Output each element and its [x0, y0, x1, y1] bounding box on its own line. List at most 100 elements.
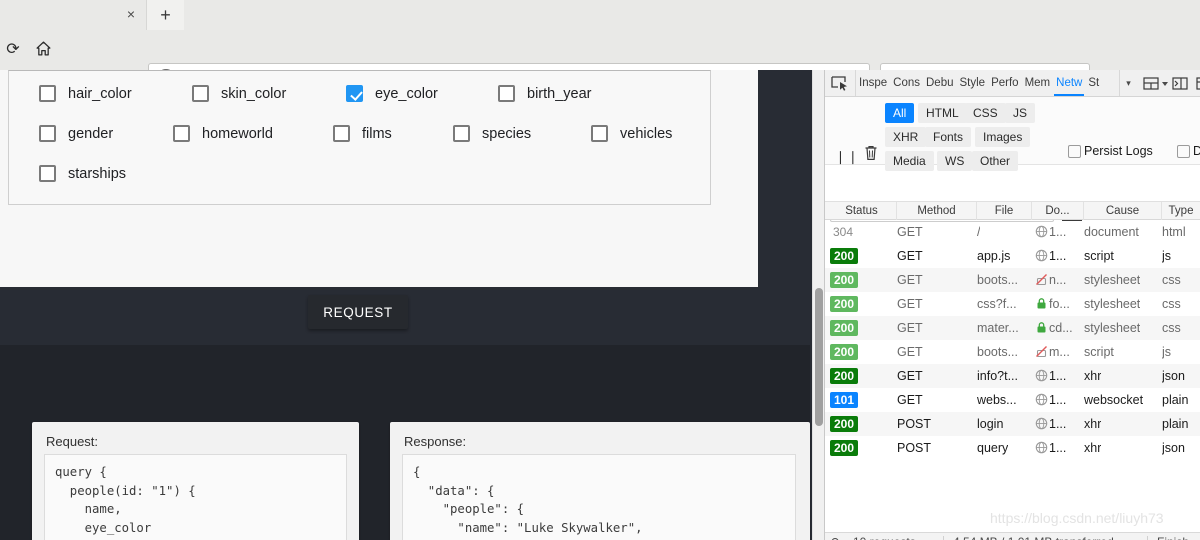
checkbox-label: species: [482, 125, 532, 142]
checkbox-empty-icon[interactable]: [453, 125, 470, 142]
column-header-cause[interactable]: Cause: [1084, 202, 1162, 220]
domain-cell: 1...: [1049, 249, 1067, 263]
method-cell: GET: [897, 393, 923, 407]
checkbox-empty-icon[interactable]: [39, 85, 56, 102]
filter-images[interactable]: Images: [975, 127, 1031, 147]
checkbox-row: gender homeworld films species vehicles: [9, 119, 712, 159]
devtools-tab-cons[interactable]: Cons: [891, 70, 922, 96]
pause-recording-icon[interactable]: ❘❘: [835, 149, 860, 165]
clear-requests-icon[interactable]: [863, 144, 879, 162]
filter-ws[interactable]: WS: [937, 151, 973, 171]
column-header-file[interactable]: File: [977, 202, 1032, 220]
filter-other[interactable]: Other: [972, 151, 1019, 171]
devtools-tab-mem[interactable]: Mem: [1023, 70, 1053, 96]
checkbox-empty-icon[interactable]: [39, 165, 56, 182]
column-header-status[interactable]: Status: [827, 202, 897, 220]
status-request-count: 10 requests: [853, 535, 916, 540]
request-button[interactable]: REQUEST: [308, 295, 408, 329]
network-request-row[interactable]: 101 GET webs... websocket plain 1...: [825, 388, 1200, 412]
checkbox-empty-icon[interactable]: [39, 125, 56, 142]
network-request-row[interactable]: 200 GET boots... script js m...: [825, 340, 1200, 364]
browser-tab[interactable]: [0, 0, 140, 30]
element-picker-icon[interactable]: [829, 74, 851, 93]
watermark-text: https://blog.csdn.net/liuyh73: [990, 510, 1164, 526]
filter-all[interactable]: All: [885, 103, 915, 123]
filter-css[interactable]: CSS: [965, 103, 1006, 123]
filter-fonts[interactable]: Fonts: [925, 127, 972, 147]
file-cell: webs...: [977, 393, 1017, 407]
devtools-panel: Inspe Cons Debu Style Perfo Mem Netw St ▾: [824, 70, 1200, 540]
devtools-tab-list: Inspe Cons Debu Style Perfo Mem Netw St: [855, 70, 1117, 96]
network-request-row[interactable]: 200 GET info?t... xhr json 1...: [825, 364, 1200, 388]
checkbox-birth_year[interactable]: birth_year: [498, 85, 591, 102]
filter-media[interactable]: Media: [885, 151, 934, 171]
file-cell: login: [977, 417, 1004, 431]
checkbox-starships[interactable]: starships: [39, 165, 126, 182]
page-scrollbar-thumb[interactable]: [815, 288, 823, 426]
network-request-row[interactable]: 200 GET css?f... stylesheet css fo...: [825, 292, 1200, 316]
column-header-type[interactable]: Type: [1162, 202, 1200, 220]
checkbox-empty-icon[interactable]: [333, 125, 350, 142]
devtools-tab-netw[interactable]: Netw: [1054, 70, 1084, 96]
globe-icon: [1035, 225, 1048, 238]
checkbox-checked-icon[interactable]: [346, 85, 363, 102]
status-badge: 200: [830, 416, 859, 432]
status-badge: 304: [833, 225, 854, 239]
devtools-tab-style[interactable]: Style: [958, 70, 988, 96]
chevron-down-icon[interactable]: ▾: [1119, 70, 1137, 96]
network-table-header: Status Method File Do... Cause Type: [825, 201, 1200, 220]
file-cell: query: [977, 441, 1009, 455]
checkbox-empty-icon[interactable]: [591, 125, 608, 142]
checkbox-empty-icon[interactable]: [173, 125, 190, 142]
results-section: Request: query { people(id: "1") { name,…: [0, 345, 810, 540]
checkbox-species[interactable]: species: [453, 125, 531, 142]
network-request-row[interactable]: 200 GET mater... stylesheet css cd...: [825, 316, 1200, 340]
devtools-tab-inspe[interactable]: Inspe: [857, 70, 889, 96]
devtools-tab-st[interactable]: St: [1086, 70, 1101, 96]
checkbox-vehicles[interactable]: vehicles: [591, 125, 672, 142]
filter-xhr[interactable]: XHR: [885, 127, 927, 147]
checkbox-hair_color[interactable]: hair_color: [39, 85, 132, 102]
request-card: Request: query { people(id: "1") { name,…: [32, 422, 359, 540]
page-viewport: hair_color skin_color eye_color birth_yearg…: [0, 70, 815, 540]
home-icon[interactable]: [30, 37, 56, 63]
checkbox-empty-icon[interactable]: [192, 85, 209, 102]
checkbox-homeworld[interactable]: homeworld: [173, 125, 273, 142]
request-code: query { people(id: "1") { name, eye_colo…: [44, 454, 347, 540]
dock-layout-icon[interactable]: [1141, 74, 1161, 93]
dock-layout-chevron-icon[interactable]: [1160, 74, 1170, 93]
devtools-tab-perfo[interactable]: Perfo: [989, 70, 1021, 96]
checkbox-empty-icon[interactable]: [498, 85, 515, 102]
checkbox-gender[interactable]: gender: [39, 125, 113, 142]
filter-js[interactable]: JS: [1005, 103, 1036, 123]
devtools-settings-icon[interactable]: [1193, 74, 1200, 93]
page-scrollbar[interactable]: [812, 70, 824, 540]
network-request-row[interactable]: 200 GET boots... stylesheet css n...: [825, 268, 1200, 292]
filter-html[interactable]: HTML: [918, 103, 967, 123]
reload-icon[interactable]: ⟳: [0, 37, 26, 63]
new-tab-button[interactable]: +: [146, 0, 184, 30]
network-request-row[interactable]: 200 POST login xhr plain 1...: [825, 412, 1200, 436]
tab-strip: × +: [0, 0, 1200, 30]
domain-cell: 1...: [1049, 393, 1067, 407]
method-cell: POST: [897, 417, 932, 431]
status-reload-icon[interactable]: ⟳: [831, 535, 841, 540]
network-request-row[interactable]: 304 GET / document html 1...: [825, 220, 1200, 244]
cause-cell: script: [1084, 345, 1114, 359]
checkbox-eye_color[interactable]: eye_color: [346, 85, 438, 102]
checkbox-films[interactable]: films: [333, 125, 392, 142]
devtools-tab-debu[interactable]: Debu: [924, 70, 956, 96]
column-header-do[interactable]: Do...: [1032, 202, 1084, 220]
disable-cache-checkbox[interactable]: [1177, 145, 1190, 158]
checkbox-skin_color[interactable]: skin_color: [192, 85, 286, 102]
close-icon[interactable]: ×: [120, 3, 142, 25]
network-request-row[interactable]: 200 GET app.js script js 1...: [825, 244, 1200, 268]
status-badge: 200: [830, 272, 859, 288]
persist-logs-checkbox[interactable]: [1068, 145, 1081, 158]
split-console-icon[interactable]: [1170, 74, 1190, 93]
column-header-method[interactable]: Method: [897, 202, 977, 220]
status-badge: 101: [830, 392, 859, 408]
cause-cell: xhr: [1084, 417, 1102, 431]
network-request-row[interactable]: 200 POST query xhr json 1...: [825, 436, 1200, 460]
response-card: Response: { "data": { "people": { "name"…: [390, 422, 810, 540]
